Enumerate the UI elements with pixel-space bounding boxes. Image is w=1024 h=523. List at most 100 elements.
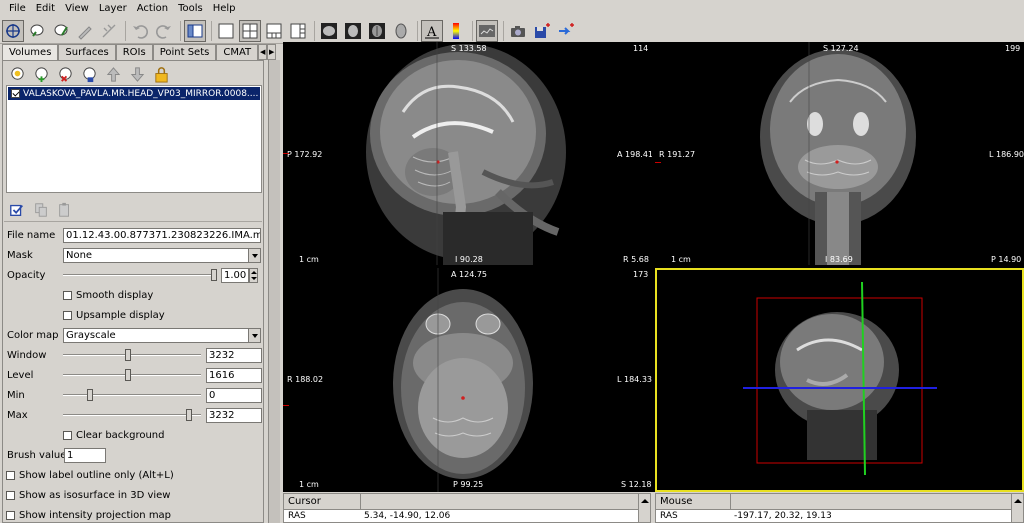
axial-view-icon[interactable]	[366, 20, 388, 42]
coronal-left-label: R 191.27	[659, 150, 696, 159]
slider-handle[interactable]	[125, 349, 131, 361]
clear-background-checkbox[interactable]: Clear background	[63, 430, 164, 441]
checkbox-box[interactable]	[6, 511, 15, 520]
opacity-spinner[interactable]	[249, 268, 258, 283]
measure-icon[interactable]	[98, 20, 120, 42]
cursor-ras-value[interactable]: 5.34, -14.90, 12.06	[364, 511, 450, 521]
checkbox-box[interactable]	[63, 311, 72, 320]
menu-edit[interactable]: Edit	[31, 0, 60, 18]
mask-value: None	[66, 250, 93, 261]
menu-file[interactable]: File	[4, 0, 31, 18]
3d-view[interactable]	[655, 268, 1024, 492]
checkbox-box[interactable]	[63, 431, 72, 440]
goto-point-icon[interactable]	[555, 20, 577, 42]
opacity-input[interactable]: 1.00	[221, 268, 249, 283]
coronal-bottom-label: I 83.69	[825, 255, 853, 264]
file-name-field[interactable]: 01.12.43.00.877371.230823226.IMA.mgz	[63, 228, 261, 243]
menu-layer[interactable]: Layer	[94, 0, 132, 18]
min-input[interactable]: 0	[206, 388, 262, 403]
tab-point-sets[interactable]: Point Sets	[152, 44, 217, 60]
tab-rois[interactable]: ROIs	[115, 44, 153, 60]
max-input[interactable]: 3232	[206, 408, 262, 423]
window-input[interactable]: 3232	[206, 348, 262, 363]
copy-layer-icon[interactable]	[31, 200, 51, 220]
level-label: Level	[7, 370, 34, 381]
mouse-ras-label: RAS	[660, 511, 678, 521]
tab-cmat[interactable]: CMAT	[216, 44, 259, 60]
window-slider[interactable]	[63, 349, 201, 361]
scroll-up-icon[interactable]	[1011, 494, 1023, 522]
menu-view[interactable]: View	[60, 0, 94, 18]
brush-value-input[interactable]: 1	[64, 448, 106, 463]
save-volume-icon[interactable]	[79, 64, 99, 84]
layer-list[interactable]: VALASKOVA_PAVLA.MR.HEAD_VP03_MIRROR.0008…	[6, 85, 262, 193]
voxel-edit-icon[interactable]	[26, 20, 48, 42]
show-isosurface-checkbox[interactable]: Show as isosurface in 3D view	[6, 490, 170, 501]
layer-visible-checkbox[interactable]	[11, 89, 20, 98]
axial-view[interactable]: A 124.75 173 R 188.02 L 184.33 P 99.25 S…	[283, 268, 652, 492]
slider-handle[interactable]	[125, 369, 131, 381]
show-label-outline-checkbox[interactable]: Show label outline only (Alt+L)	[6, 470, 174, 481]
paste-layer-icon[interactable]	[55, 200, 75, 220]
coronal-view[interactable]: S 127.24 199 R 191.27 L 186.90 I 83.69 P…	[655, 42, 1024, 265]
menu-help[interactable]: Help	[208, 0, 241, 18]
level-slider[interactable]	[63, 369, 201, 381]
scroll-up-icon[interactable]	[638, 494, 650, 522]
layout-1-3-horizontal-icon[interactable]	[287, 20, 309, 42]
load-volume-icon[interactable]	[7, 64, 27, 84]
opacity-slider[interactable]	[63, 269, 217, 281]
move-down-icon[interactable]	[127, 64, 147, 84]
mouse-ras-value[interactable]: -197.17, 20.32, 19.13	[734, 511, 832, 521]
max-slider[interactable]	[63, 409, 201, 421]
layout-2x2-icon[interactable]	[239, 19, 261, 42]
select-all-icon[interactable]	[7, 200, 27, 220]
histogram-icon[interactable]	[476, 19, 498, 42]
smooth-display-checkbox[interactable]: Smooth display	[63, 290, 153, 301]
save-point-icon[interactable]	[531, 20, 553, 42]
close-volume-icon[interactable]	[55, 64, 75, 84]
slider-handle[interactable]	[87, 389, 93, 401]
layer-item[interactable]: VALASKOVA_PAVLA.MR.HEAD_VP03_MIRROR.0008…	[8, 87, 260, 100]
sagittal-view[interactable]: S 133.58 114 P 172.92 A 198.41 I 90.28 R…	[283, 42, 652, 265]
3d-render-image	[743, 281, 937, 476]
lock-icon[interactable]	[151, 64, 171, 84]
color-map-combo[interactable]: Grayscale	[63, 328, 261, 343]
layout-1x1-icon[interactable]	[215, 20, 237, 42]
level-input[interactable]: 1616	[206, 368, 262, 383]
checkbox-box[interactable]	[6, 471, 15, 480]
slider-handle[interactable]	[186, 409, 192, 421]
color-bar-icon[interactable]	[445, 20, 467, 42]
sagittal-view-icon[interactable]	[318, 20, 340, 42]
axial-slice-number: 173	[633, 270, 649, 279]
show-intensity-projection-checkbox[interactable]: Show intensity projection map	[6, 510, 171, 521]
mask-combo[interactable]: None	[63, 248, 261, 263]
tab-scroll-left-icon[interactable]: ◀	[258, 44, 268, 60]
tab-volumes[interactable]: Volumes	[2, 44, 59, 60]
upsample-display-checkbox[interactable]: Upsample display	[63, 310, 165, 321]
checkbox-box[interactable]	[63, 291, 72, 300]
min-slider[interactable]	[63, 389, 201, 401]
tab-surfaces[interactable]: Surfaces	[58, 44, 116, 60]
menu-tools[interactable]: Tools	[173, 0, 208, 18]
coronal-view-icon[interactable]	[342, 20, 364, 42]
layout-1-3-icon[interactable]	[263, 20, 285, 42]
redo-icon[interactable]	[153, 20, 175, 42]
menu-action[interactable]: Action	[132, 0, 173, 18]
undo-icon[interactable]	[129, 20, 151, 42]
panel-scrollbar[interactable]	[268, 60, 280, 523]
recon-edit-icon[interactable]	[50, 20, 72, 42]
slider-groove	[63, 414, 201, 416]
tab-scroll-right-icon[interactable]: ▶	[267, 44, 277, 60]
move-up-icon[interactable]	[103, 64, 123, 84]
checkbox-box[interactable]	[6, 491, 15, 500]
camera-icon[interactable]	[507, 20, 529, 42]
main-toolbar: A	[0, 18, 1024, 44]
new-volume-icon[interactable]	[31, 64, 51, 84]
show-info-icon[interactable]: A	[421, 19, 443, 42]
toggle-panel-icon[interactable]	[184, 19, 206, 42]
slider-handle[interactable]	[211, 269, 217, 281]
navigate-icon[interactable]	[2, 19, 24, 42]
roi-edit-icon[interactable]	[74, 20, 96, 42]
3d-view-icon[interactable]	[390, 20, 412, 42]
upsample-display-label: Upsample display	[76, 310, 165, 321]
